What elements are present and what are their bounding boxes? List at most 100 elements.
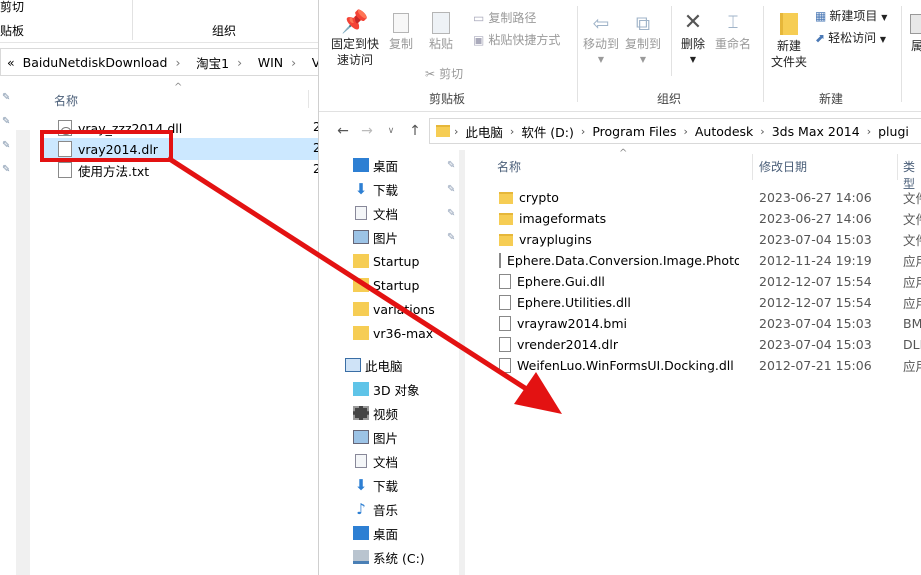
file-row-usage-txt[interactable]: 使用方法.txt — [58, 160, 149, 180]
pin-icon[interactable]: ✎ — [447, 208, 455, 219]
file-list: ^ 名称 修改日期 类型 crypto2023-06-27 14:06文件 im… — [479, 148, 921, 575]
file-type: 文件 — [903, 233, 921, 248]
nav-item-documents[interactable]: 文档 — [353, 202, 398, 224]
folder-icon — [353, 254, 369, 268]
chevron-right-icon: › — [683, 124, 688, 138]
cut-label: 剪切 — [439, 67, 464, 81]
cut-button[interactable]: 剪切 — [0, 0, 24, 15]
back-arrow-icon[interactable]: ← — [331, 123, 355, 139]
file-row[interactable]: Ephere.Data.Conversion.Image.Photo... 201… — [499, 250, 921, 271]
pin-quick-access-button[interactable]: 📌 固定到快 速访问 — [325, 10, 385, 68]
nav-scrollbar[interactable] — [459, 150, 465, 575]
new-folder-button[interactable]: 新建 文件夹 — [767, 10, 811, 70]
nav-label: 下载 — [373, 478, 399, 494]
delete-label: 删除 — [680, 37, 705, 51]
nav-item-music[interactable]: ♪ 音乐 — [353, 498, 398, 520]
column-header-date[interactable]: 修改日期 — [759, 158, 807, 175]
forward-arrow-icon[interactable]: → — [355, 123, 379, 139]
column-header-name[interactable]: 名称 — [497, 158, 521, 175]
ribbon-divider — [577, 6, 578, 102]
recent-dropdown-icon[interactable]: ∨ — [379, 126, 403, 136]
nav-item-desktop-2[interactable]: 桌面 — [353, 522, 398, 544]
nav-item-3d-objects[interactable]: 3D 对象 — [353, 378, 420, 400]
file-row[interactable]: vrayplugins 2023-07-04 15:03 文件 — [499, 229, 921, 250]
front-address-bar[interactable]: › 此电脑 › 软件 (D:) › Program Files › Autodesk ›… — [429, 118, 921, 144]
pin-icon[interactable]: ✎ — [2, 140, 10, 151]
file-name: vrender2014.dlr — [517, 337, 618, 352]
address-segment[interactable]: 淘宝1 — [196, 53, 229, 72]
picture-icon — [353, 430, 369, 444]
address-segment[interactable]: 此电脑 — [465, 122, 503, 141]
dropdown-arrow-icon: ▼ — [879, 35, 887, 44]
address-segment[interactable]: Program Files — [592, 124, 676, 139]
nav-label: Startup — [373, 277, 420, 293]
nav-item-this-pc[interactable]: 此电脑 — [345, 354, 403, 376]
dll-file-icon — [499, 274, 511, 289]
column-divider[interactable] — [897, 154, 898, 180]
file-row[interactable]: crypto 2023-06-27 14:06 文件 — [499, 187, 921, 208]
pin-icon[interactable]: ✎ — [2, 116, 10, 127]
scissors-icon: ✂ — [425, 67, 436, 81]
nav-item-system-c[interactable]: 系统 (C:) — [353, 546, 425, 568]
copy-to-button[interactable]: ⧉ 复制到 ▼ — [623, 10, 663, 68]
delete-button[interactable]: ✕ 删除 ▼ — [675, 10, 711, 68]
nav-item-documents-2[interactable]: 文档 — [353, 450, 398, 472]
nav-item-videos[interactable]: 视频 — [353, 402, 398, 424]
copy-to-icon: ⧉ — [635, 11, 651, 35]
paste-button[interactable]: 粘贴 — [423, 10, 459, 52]
copy-button[interactable]: 复制 — [383, 10, 419, 52]
nav-item-startup-1[interactable]: Startup — [353, 250, 419, 272]
nav-item-downloads-2[interactable]: ⬇ 下载 — [353, 474, 398, 496]
chevron-right-icon: › — [866, 124, 872, 138]
drive-icon — [353, 550, 369, 564]
chevron-right-icon: › — [760, 124, 765, 138]
nav-item-pictures[interactable]: 图片 — [353, 226, 398, 248]
address-segment[interactable]: 软件 (D:) — [521, 122, 574, 141]
paste-shortcut-button[interactable]: ▣ 粘贴快捷方式 — [473, 32, 560, 48]
nav-label: 3D 对象 — [373, 382, 420, 398]
cut-button[interactable]: ✂ 剪切 — [425, 66, 463, 82]
nav-item-pictures-2[interactable]: 图片 — [353, 426, 398, 448]
column-divider[interactable] — [752, 154, 753, 180]
address-overflow-icon[interactable]: « — [7, 55, 15, 70]
pin-icon[interactable]: ✎ — [447, 184, 455, 195]
copy-path-button[interactable]: ▭ 复制路径 — [473, 10, 536, 26]
pin-icon[interactable]: ✎ — [2, 92, 10, 103]
file-row[interactable]: Ephere.Utilities.dll 2012-12-07 15:54 应用 — [499, 292, 921, 313]
address-segment[interactable]: plugi — [878, 124, 909, 139]
address-segment[interactable]: WIN — [258, 55, 283, 70]
new-folder-label: 新建 文件夹 — [770, 39, 807, 69]
nav-item-variations[interactable]: variations — [353, 298, 435, 320]
move-to-button[interactable]: ⇦ 移动到 ▼ — [581, 10, 621, 68]
nav-scrollbar[interactable] — [16, 130, 30, 575]
music-icon: ♪ — [356, 500, 366, 518]
nav-item-vr36-max[interactable]: vr36-max — [353, 322, 433, 344]
new-item-button[interactable]: ▦ 新建项目 ▼ — [815, 8, 887, 26]
paste-shortcut-icon: ▣ — [473, 33, 485, 47]
nav-item-downloads[interactable]: ⬇ 下载 — [353, 178, 398, 200]
file-row[interactable]: vrayraw2014.bmi 2023-07-04 15:03 BMI — [499, 313, 921, 334]
copy-path-icon: ▭ — [473, 11, 485, 25]
file-row[interactable]: vrender2014.dlr 2023-07-04 15:03 DLR — [499, 334, 921, 355]
pin-icon[interactable]: ✎ — [447, 232, 455, 243]
pin-icon[interactable]: ✎ — [447, 160, 455, 171]
up-arrow-icon[interactable]: ↑ — [403, 123, 427, 139]
back-address-bar[interactable]: « BaiduNetdiskDownload› 淘宝1› WIN› Vray — [0, 48, 320, 76]
file-row[interactable]: imageformats 2023-06-27 14:06 文件 — [499, 208, 921, 229]
address-segment[interactable]: 3ds Max 2014 — [772, 124, 860, 139]
address-segment[interactable]: Autodesk — [695, 124, 753, 139]
properties-button[interactable]: 属 — [907, 10, 921, 54]
address-segment[interactable]: BaiduNetdiskDownload — [23, 55, 168, 70]
easy-access-button[interactable]: ⬈ 轻松访问 ▼ — [815, 30, 886, 48]
nav-item-desktop[interactable]: 桌面 — [353, 154, 398, 176]
nav-item-startup-2[interactable]: Startup — [353, 274, 419, 296]
nav-label: 图片 — [373, 230, 399, 246]
file-row[interactable]: WeifenLuo.WinFormsUI.Docking.dll 2012-07-… — [499, 355, 921, 376]
paste-shortcut-label: 粘贴快捷方式 — [488, 33, 561, 47]
rename-button[interactable]: ⌶ 重命名 — [713, 10, 753, 52]
move-to-icon: ⇦ — [592, 11, 610, 35]
video-icon — [353, 406, 369, 420]
file-row[interactable]: Ephere.Gui.dll 2012-12-07 15:54 应用 — [499, 271, 921, 292]
column-header-name[interactable]: 名称 — [54, 92, 78, 109]
pin-icon[interactable]: ✎ — [2, 164, 10, 175]
